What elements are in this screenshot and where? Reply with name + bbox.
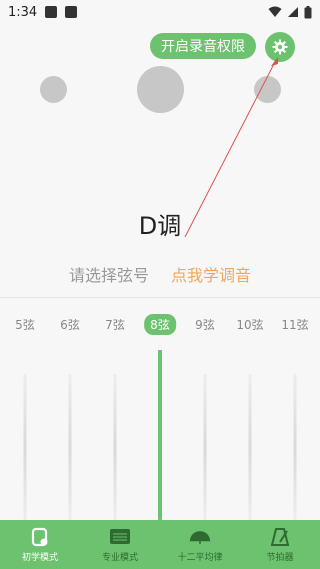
learn-tuning-link[interactable]: 点我学调音: [171, 262, 251, 286]
nav-metronome-label: 节拍器: [266, 552, 294, 563]
settings-button[interactable]: [265, 32, 295, 62]
string-5-label[interactable]: 5弦: [15, 316, 35, 333]
beginner-mode-icon: [29, 527, 51, 547]
status-time: 1:34: [8, 4, 38, 20]
font-notification-icon: [65, 6, 78, 18]
string-selector: 5弦 6弦 7弦 8弦 9弦 10弦 11弦: [0, 314, 320, 336]
string-7-label[interactable]: 7弦: [105, 316, 125, 333]
bottom-nav: 初学模式 专业模式 十二平均律 节拍器: [0, 520, 320, 569]
signal-icon: [288, 7, 298, 17]
image-notification-icon: [45, 6, 58, 18]
string-11-line[interactable]: [293, 374, 297, 520]
nav-pro-mode[interactable]: 专业模式: [80, 520, 160, 569]
record-permission-label: 开启录音权限: [161, 39, 245, 55]
status-left: 1:34: [8, 4, 78, 20]
string-8-line[interactable]: [158, 350, 162, 520]
twelve-tone-icon: [189, 527, 211, 547]
key-title: D调: [138, 212, 182, 240]
indicator-dot-right: [254, 76, 281, 103]
string-9-line[interactable]: [203, 374, 207, 520]
string-6-label[interactable]: 6弦: [60, 316, 80, 333]
nav-beginner-label: 初学模式: [21, 552, 58, 563]
string-11-label[interactable]: 11弦: [281, 316, 308, 333]
pro-mode-icon: [109, 527, 131, 547]
status-right: [268, 5, 312, 19]
indicator-dot-center: [137, 66, 184, 113]
record-permission-button[interactable]: 开启录音权限: [150, 33, 256, 59]
nav-twelve-tone-label: 十二平均律: [177, 552, 223, 563]
status-bar: 1:34: [0, 0, 320, 24]
nav-metronome[interactable]: 节拍器: [240, 520, 320, 569]
string-8-label[interactable]: 8弦: [144, 314, 176, 335]
string-5-line[interactable]: [23, 374, 27, 520]
metronome-icon: [269, 527, 291, 547]
divider: [0, 297, 320, 298]
nav-beginner-mode[interactable]: 初学模式: [0, 520, 80, 569]
indicator-dot-left: [40, 76, 67, 103]
string-10-line[interactable]: [248, 374, 252, 520]
string-10-label[interactable]: 10弦: [236, 316, 263, 333]
nav-twelve-tone[interactable]: 十二平均律: [160, 520, 240, 569]
select-string-prompt: 请选择弦号: [68, 266, 149, 285]
nav-pro-label: 专业模式: [101, 552, 138, 563]
wifi-icon: [268, 6, 282, 17]
gear-icon: [272, 39, 288, 55]
string-9-label[interactable]: 9弦: [195, 316, 215, 333]
string-6-line[interactable]: [68, 374, 72, 520]
battery-icon: [304, 5, 312, 18]
prompt-row: 请选择弦号 点我学调音: [0, 262, 320, 286]
string-7-line[interactable]: [113, 374, 117, 520]
